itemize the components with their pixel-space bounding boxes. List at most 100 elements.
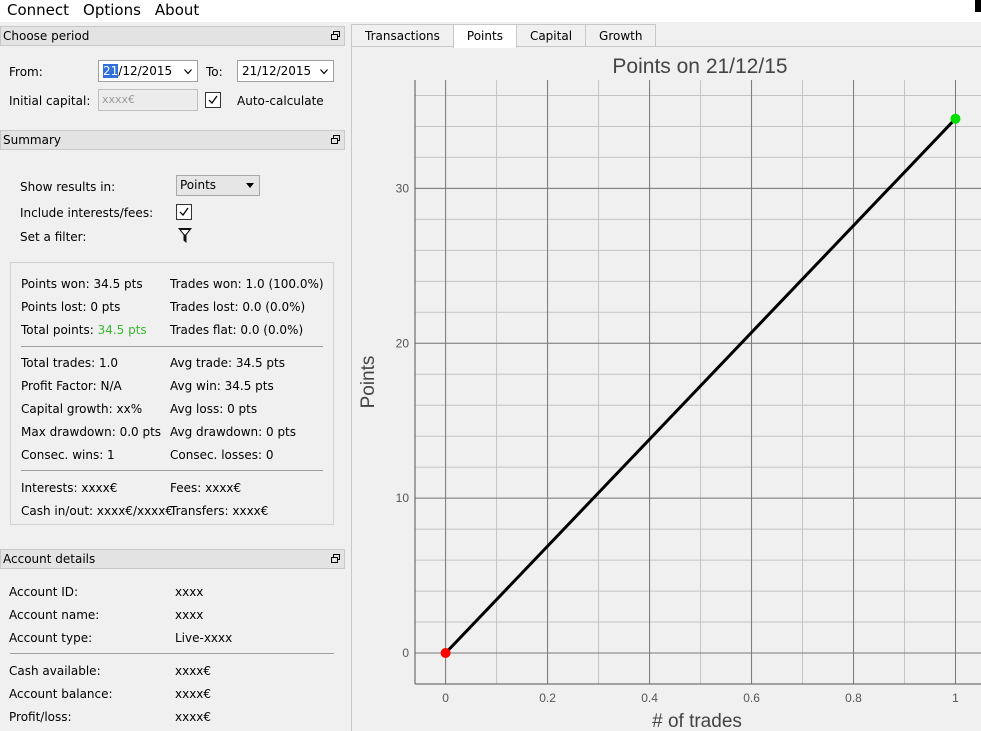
chart-grid: [414, 80, 981, 685]
from-date-rest: /12/2015: [118, 64, 173, 78]
initial-capital-input[interactable]: xxxx€: [98, 89, 198, 111]
cash-inout: Cash in/out: xxxx€/xxxx€: [21, 504, 174, 518]
max-drawdown: Max drawdown: 0.0 pts: [21, 425, 162, 439]
panel-splitter[interactable]: [346, 22, 350, 731]
consec-wins: Consec. wins: 1: [21, 448, 115, 462]
x-tick-label: 0: [442, 691, 449, 705]
y-axis-label: Points: [358, 356, 379, 409]
summary-title: Summary: [3, 133, 61, 147]
x-tick-label: 0.4: [641, 691, 658, 705]
from-date-picker[interactable]: 21/12/2015: [98, 60, 198, 82]
from-date-day: 21: [103, 64, 119, 78]
profit-loss-label: Profit/loss:: [9, 710, 72, 724]
account-details-title: Account details: [3, 552, 96, 566]
window-corner-icon: [975, 0, 981, 12]
float-dock-icon[interactable]: [331, 135, 340, 144]
total-points-label: Total points:: [21, 323, 98, 337]
consec-losses: Consec. losses: 0: [170, 448, 274, 462]
avg-trade: Avg trade: 34.5 pts: [170, 356, 285, 370]
to-date-picker[interactable]: 21/12/2015: [237, 60, 334, 82]
account-details-dock-title: Account details: [0, 549, 345, 569]
profit-factor: Profit Factor: N/A: [21, 379, 122, 393]
total-trades: Total trades: 1.0: [21, 356, 119, 370]
right-panel: Transactions Points Capital Growth Point…: [351, 24, 981, 731]
start-point-marker: [440, 648, 451, 659]
chevron-down-icon: [320, 69, 328, 75]
y-tick-label: 20: [396, 336, 410, 350]
x-tick-label: 1: [952, 691, 959, 705]
chart-ticks: 0 0.2 0.4 0.6 0.8 10102030: [396, 181, 960, 705]
interests: Interests: xxxx€: [21, 481, 118, 495]
dropdown-arrow-icon: [246, 183, 254, 188]
summary-dock-title: Summary: [0, 130, 345, 150]
filter-icon[interactable]: [177, 227, 193, 245]
tab-transactions[interactable]: Transactions: [351, 24, 454, 47]
choose-period-title: Choose period: [3, 29, 90, 43]
include-interests-label: Include interests/fees:: [20, 206, 154, 220]
y-tick-label: 30: [396, 181, 410, 195]
left-panel: Choose period From: 21/12/2015 To: 21/12…: [0, 26, 346, 731]
avg-win: Avg win: 34.5 pts: [170, 379, 274, 393]
fees: Fees: xxxx€: [170, 481, 242, 495]
chart-title: Points on 21/12/15: [612, 55, 787, 78]
account-name-value: xxxx: [175, 608, 204, 622]
total-points-value: 34.5 pts: [97, 323, 147, 337]
menu-bar: Connect Options About: [0, 0, 981, 22]
account-balance-label: Account balance:: [9, 687, 113, 701]
y-tick-label: 0: [402, 646, 409, 660]
divider: [10, 653, 334, 654]
menu-connect[interactable]: Connect: [0, 0, 76, 22]
auto-calculate-checkbox[interactable]: [205, 92, 221, 108]
divider: [21, 470, 323, 471]
initial-capital-label: Initial capital:: [9, 94, 91, 108]
x-tick-label: 0.8: [845, 691, 862, 705]
avg-loss: Avg loss: 0 pts: [170, 402, 258, 416]
profit-loss-value: xxxx€: [175, 710, 212, 724]
capital-growth: Capital growth: xx%: [21, 402, 143, 416]
cash-available-value: xxxx€: [175, 664, 212, 678]
filter-label: Set a filter:: [20, 230, 87, 244]
cash-available-label: Cash available:: [9, 664, 101, 678]
x-tick-label: 0.6: [743, 691, 760, 705]
choose-period-dock-title: Choose period: [0, 26, 345, 46]
y-tick-label: 10: [396, 491, 410, 505]
transfers: Transfers: xxxx€: [170, 504, 269, 518]
account-type-label: Account type:: [9, 631, 93, 645]
x-tick-label: 0.2: [539, 691, 556, 705]
tab-growth[interactable]: Growth: [585, 24, 657, 47]
account-type-value: Live-xxxx: [175, 631, 233, 645]
chevron-down-icon: [184, 69, 192, 75]
show-results-value: Points: [180, 178, 217, 192]
tab-capital[interactable]: Capital: [515, 24, 587, 47]
account-balance-value: xxxx€: [175, 687, 212, 701]
points-chart: Points on 21/12/15 Points # of trades 0 0…: [358, 55, 981, 731]
initial-capital-placeholder: xxxx€: [102, 93, 136, 106]
end-point-marker: [950, 113, 961, 124]
menu-about[interactable]: About: [148, 0, 206, 22]
chart-area: Points on 21/12/15 Points # of trades 0 0…: [351, 46, 981, 731]
total-points: Total points: 34.5 pts: [21, 323, 147, 337]
trades-won: Trades won: 1.0 (100.0%): [170, 277, 324, 291]
auto-calculate-label: Auto-calculate: [237, 94, 324, 108]
float-dock-icon[interactable]: [331, 31, 340, 40]
from-label: From:: [9, 65, 43, 79]
account-id-label: Account ID:: [9, 585, 79, 599]
show-results-select[interactable]: Points: [176, 175, 260, 196]
include-interests-checkbox[interactable]: [176, 204, 192, 220]
account-name-label: Account name:: [9, 608, 100, 622]
points-won: Points won: 34.5 pts: [21, 277, 143, 291]
float-dock-icon[interactable]: [331, 554, 340, 563]
account-id-value: xxxx: [175, 585, 204, 599]
x-axis-label: # of trades: [652, 711, 742, 731]
summary-stats-box: Points won: 34.5 pts Trades won: 1.0 (10…: [10, 262, 334, 525]
avg-drawdown: Avg drawdown: 0 pts: [170, 425, 297, 439]
show-results-label: Show results in:: [20, 180, 116, 194]
divider: [21, 346, 323, 347]
to-label: To:: [206, 65, 223, 79]
trades-flat: Trades flat: 0.0 (0.0%): [170, 323, 304, 337]
checkmark-icon: [208, 95, 218, 105]
tab-points[interactable]: Points: [452, 24, 517, 48]
menu-options[interactable]: Options: [76, 0, 148, 22]
trades-lost: Trades lost: 0.0 (0.0%): [170, 300, 306, 314]
checkmark-icon: [179, 207, 189, 217]
